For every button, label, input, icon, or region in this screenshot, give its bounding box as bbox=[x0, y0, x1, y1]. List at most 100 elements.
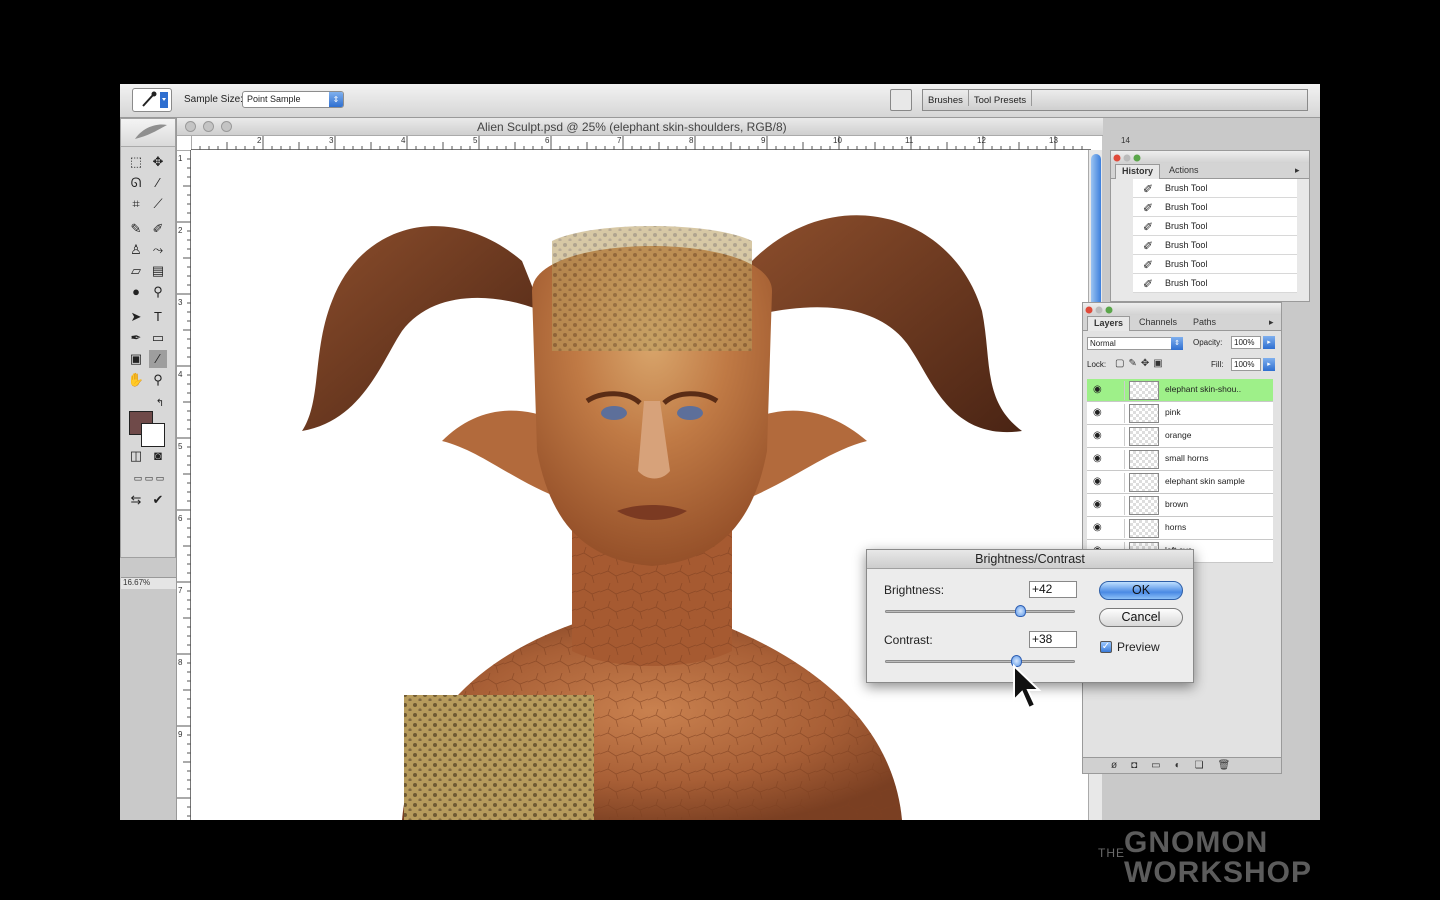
cancel-button[interactable]: Cancel bbox=[1099, 608, 1183, 627]
layer-row[interactable]: ◉ pink bbox=[1087, 402, 1273, 425]
screen-mode-icons[interactable]: ▭ ▭ ▭ bbox=[125, 469, 173, 487]
trash-icon[interactable]: 🗑 bbox=[1218, 760, 1245, 771]
zoom-window-icon[interactable] bbox=[221, 121, 232, 132]
shape-tool-icon[interactable]: ▭ bbox=[149, 329, 167, 347]
clone-stamp-icon[interactable]: ♙ bbox=[127, 241, 145, 259]
layer-row[interactable]: ◉ brown bbox=[1087, 494, 1273, 517]
pen-tool-icon[interactable]: ✒ bbox=[127, 329, 145, 347]
layer-row[interactable]: ◉ orange bbox=[1087, 425, 1273, 448]
brightness-slider-knob[interactable] bbox=[1014, 605, 1026, 617]
eye-visibility-icon[interactable]: ◉ bbox=[1093, 407, 1102, 418]
hand-tool-icon[interactable]: ✋ bbox=[127, 371, 145, 389]
lock-icons[interactable]: ▢✎✥▣ bbox=[1115, 358, 1167, 369]
tab-history[interactable]: History bbox=[1115, 164, 1161, 179]
magic-wand-tool-icon[interactable]: ⁄ bbox=[149, 174, 167, 192]
adjustment-layer-icon[interactable]: ◐ bbox=[1175, 760, 1195, 771]
contrast-slider[interactable] bbox=[885, 655, 1075, 667]
image-canvas[interactable] bbox=[192, 151, 1092, 820]
brightness-field[interactable]: +42 bbox=[1029, 581, 1077, 598]
layer-style-icon[interactable]: ø bbox=[1111, 760, 1131, 771]
brightness-label: Brightness: bbox=[884, 583, 945, 597]
ruler-number: 5 bbox=[473, 136, 478, 145]
blur-tool-icon[interactable]: ● bbox=[127, 283, 145, 301]
slice-tool-icon[interactable]: ⟋ bbox=[149, 195, 167, 213]
history-item[interactable]: ✐ Brush Tool bbox=[1133, 179, 1297, 198]
layer-link-icon[interactable] bbox=[1111, 427, 1125, 446]
history-item[interactable]: ✐ Brush Tool bbox=[1133, 198, 1297, 217]
ok-button[interactable]: OK bbox=[1099, 581, 1183, 600]
tab-brushes[interactable]: Brushes bbox=[923, 90, 969, 106]
layer-row[interactable]: ◉ elephant skin-shou.. bbox=[1087, 379, 1273, 402]
history-item[interactable]: ✐ Brush Tool bbox=[1133, 217, 1297, 236]
history-item[interactable]: ✐ Brush Tool bbox=[1133, 274, 1297, 293]
layer-link-icon[interactable] bbox=[1111, 496, 1125, 515]
ruler-number: 6 bbox=[178, 514, 183, 523]
swap-colors-icon[interactable]: ↰ bbox=[151, 395, 169, 413]
eye-visibility-icon[interactable]: ◉ bbox=[1093, 476, 1102, 487]
eye-visibility-icon[interactable]: ◉ bbox=[1093, 522, 1102, 533]
opacity-field[interactable]: 100% bbox=[1231, 336, 1261, 349]
layer-link-icon[interactable] bbox=[1111, 450, 1125, 469]
eyedropper-tool-preset-button[interactable] bbox=[132, 88, 172, 112]
brush-tool-icon: ✐ bbox=[1143, 182, 1154, 196]
tab-layers[interactable]: Layers bbox=[1087, 316, 1131, 331]
fill-field[interactable]: 100% bbox=[1231, 358, 1261, 371]
layer-mask-icon[interactable]: ◘ bbox=[1131, 760, 1151, 771]
marquee-tool-icon[interactable]: ⬚ bbox=[127, 153, 145, 171]
jump-to-imageready-icon[interactable]: ⇆ bbox=[127, 491, 145, 509]
eye-visibility-icon[interactable]: ◉ bbox=[1093, 384, 1102, 395]
tab-tool-presets[interactable]: Tool Presets bbox=[969, 90, 1033, 106]
toolbox-header bbox=[121, 119, 175, 147]
close-window-icon[interactable] bbox=[185, 121, 196, 132]
palette-menu-icon[interactable]: ▸ bbox=[1269, 317, 1274, 328]
brush-tool-icon[interactable]: ✐ bbox=[149, 220, 167, 238]
notes-tool-icon[interactable]: ▣ bbox=[127, 350, 145, 368]
fill-arrow-icon[interactable]: ▸ bbox=[1263, 358, 1275, 371]
layer-link-icon[interactable] bbox=[1111, 473, 1125, 492]
type-tool-icon[interactable]: T bbox=[149, 308, 167, 326]
sample-size-select[interactable]: Point Sample ⇕ bbox=[242, 91, 344, 108]
crop-tool-icon[interactable]: ⌗ bbox=[127, 195, 145, 213]
palette-well-toggle-icon[interactable] bbox=[890, 89, 912, 111]
zoom-tool-icon[interactable]: ⚲ bbox=[149, 371, 167, 389]
layer-link-icon[interactable] bbox=[1111, 381, 1125, 400]
new-layer-icon[interactable]: ❏ bbox=[1195, 760, 1218, 771]
path-selection-icon[interactable]: ➤ bbox=[127, 308, 145, 326]
lasso-tool-icon[interactable]: ᘏ bbox=[127, 174, 145, 192]
blend-mode-select[interactable]: Normal bbox=[1087, 337, 1183, 350]
history-brush-icon[interactable]: ⤳ bbox=[149, 241, 167, 259]
palette-menu-icon[interactable]: ▸ bbox=[1295, 165, 1300, 176]
layer-row[interactable]: ◉ elephant skin sample bbox=[1087, 471, 1273, 494]
move-tool-icon[interactable]: ✥ bbox=[149, 153, 167, 171]
blend-mode-arrows-icon[interactable]: ⇕ bbox=[1171, 337, 1183, 350]
gradient-tool-icon[interactable]: ▤ bbox=[149, 262, 167, 280]
layer-link-icon[interactable] bbox=[1111, 519, 1125, 538]
quick-mask-icon[interactable]: ◙ bbox=[149, 447, 167, 465]
healing-brush-icon[interactable]: ✎ bbox=[127, 220, 145, 238]
opacity-arrow-icon[interactable]: ▸ bbox=[1263, 336, 1275, 349]
eyedropper-tool-icon[interactable]: ⁄ bbox=[149, 350, 167, 368]
brightness-slider[interactable] bbox=[885, 605, 1075, 617]
history-item[interactable]: ✐ Brush Tool bbox=[1133, 236, 1297, 255]
tab-actions[interactable]: Actions bbox=[1169, 165, 1199, 175]
history-item[interactable]: ✐ Brush Tool bbox=[1133, 255, 1297, 274]
new-set-icon[interactable]: ▭ bbox=[1151, 760, 1174, 771]
layer-row[interactable]: ◉ horns bbox=[1087, 517, 1273, 540]
eye-visibility-icon[interactable]: ◉ bbox=[1093, 430, 1102, 441]
minimize-window-icon[interactable] bbox=[203, 121, 214, 132]
tab-channels[interactable]: Channels bbox=[1139, 317, 1177, 327]
layer-row[interactable]: ◉ small horns bbox=[1087, 448, 1273, 471]
contrast-field[interactable]: +38 bbox=[1029, 631, 1077, 648]
eraser-tool-icon[interactable]: ▱ bbox=[127, 262, 145, 280]
dodge-tool-icon[interactable]: ⚲ bbox=[149, 283, 167, 301]
layer-link-icon[interactable] bbox=[1111, 404, 1125, 423]
checkmark-icon[interactable]: ✔ bbox=[149, 491, 167, 509]
layers-footer: ø◘▭◐❏🗑 bbox=[1083, 757, 1281, 773]
contrast-label: Contrast: bbox=[884, 633, 933, 647]
eye-visibility-icon[interactable]: ◉ bbox=[1093, 453, 1102, 464]
tab-paths[interactable]: Paths bbox=[1193, 317, 1216, 327]
standard-mode-icon[interactable]: ◫ bbox=[127, 447, 145, 465]
background-color-swatch[interactable] bbox=[141, 423, 165, 447]
preview-checkbox[interactable]: ✓ bbox=[1100, 641, 1112, 653]
eye-visibility-icon[interactable]: ◉ bbox=[1093, 499, 1102, 510]
